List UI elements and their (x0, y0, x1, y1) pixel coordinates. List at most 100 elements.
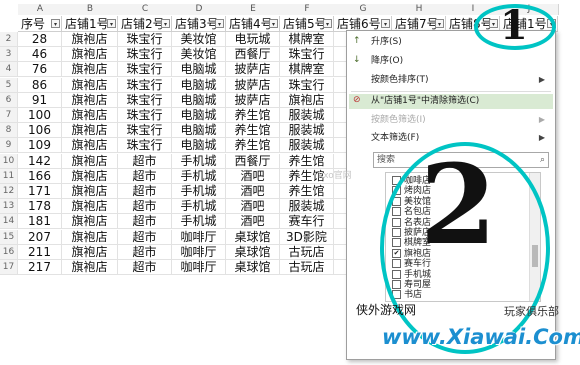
table-cell[interactable]: 赛车行 (280, 214, 334, 230)
row-number[interactable]: 5 (0, 77, 18, 93)
table-cell[interactable]: 咖啡厅 (172, 229, 226, 245)
table-cell[interactable]: 旗袍店 (62, 77, 118, 93)
table-cell[interactable]: 旗袍店 (62, 92, 118, 108)
table-cell[interactable]: 桌球馆 (226, 229, 280, 245)
row-number[interactable]: 4 (0, 62, 18, 78)
table-cell[interactable]: 手机城 (172, 168, 226, 184)
filter-dropdown-icon[interactable]: ▾ (51, 19, 60, 28)
table-cell[interactable]: 电脑城 (172, 62, 226, 78)
table-cell[interactable]: 109 (18, 138, 62, 154)
row-number[interactable]: 3 (0, 47, 18, 63)
table-cell[interactable]: 91 (18, 92, 62, 108)
menu-sort-asc[interactable]: 升序(S) (371, 36, 402, 49)
table-cell[interactable]: 217 (18, 260, 62, 275)
row-number[interactable]: 7 (0, 108, 18, 123)
table-cell[interactable]: 电玩城 (226, 32, 280, 47)
table-cell[interactable]: 西餐厅 (226, 153, 280, 169)
menu-filter-by-color[interactable]: 按颜色筛选(I) (371, 114, 426, 127)
filter-dropdown-icon[interactable]: ▾ (215, 19, 224, 28)
table-cell[interactable]: 养生馆 (280, 153, 334, 169)
table-cell[interactable]: 181 (18, 214, 62, 230)
table-cell[interactable]: 电脑城 (172, 108, 226, 123)
table-cell[interactable]: 电脑城 (172, 92, 226, 108)
table-cell[interactable]: 旗袍店 (62, 199, 118, 215)
table-cell[interactable]: 超市 (118, 244, 172, 260)
filter-dropdown-icon[interactable]: ▾ (107, 19, 116, 28)
table-cell[interactable]: 旗袍店 (62, 260, 118, 275)
row-number[interactable]: 10 (0, 153, 18, 169)
table-cell[interactable]: 142 (18, 153, 62, 169)
table-cell[interactable]: 超市 (118, 214, 172, 230)
row-number[interactable]: 14 (0, 214, 18, 230)
filter-dropdown-icon[interactable]: ▾ (323, 19, 332, 28)
table-cell[interactable]: 酒吧 (226, 214, 280, 230)
row-number[interactable]: 12 (0, 184, 18, 199)
table-cell[interactable]: 咖啡厅 (172, 260, 226, 275)
row-number[interactable]: 11 (0, 168, 18, 184)
table-cell[interactable]: 86 (18, 77, 62, 93)
table-cell[interactable]: 旗袍店 (62, 153, 118, 169)
table-cell[interactable]: 171 (18, 184, 62, 199)
table-cell[interactable]: 养生馆 (226, 108, 280, 123)
table-cell[interactable]: 服装城 (280, 108, 334, 123)
table-cell[interactable]: 酒吧 (226, 184, 280, 199)
table-cell[interactable]: 珠宝行 (118, 123, 172, 139)
table-cell[interactable]: 珠宝行 (280, 47, 334, 63)
filter-dropdown-icon[interactable]: ▾ (381, 19, 390, 28)
column-letter[interactable]: E (226, 4, 281, 15)
table-cell[interactable]: 28 (18, 32, 62, 47)
column-letter[interactable]: G (334, 4, 393, 15)
table-cell[interactable]: 旗袍店 (62, 214, 118, 230)
table-cell[interactable]: 手机城 (172, 153, 226, 169)
table-cell[interactable]: 服装城 (280, 123, 334, 139)
table-cell[interactable]: 桌球馆 (226, 244, 280, 260)
table-cell[interactable]: 旗袍店 (62, 138, 118, 154)
table-cell[interactable]: 养生馆 (226, 123, 280, 139)
table-cell[interactable]: 服装城 (280, 138, 334, 154)
table-cell[interactable]: 166 (18, 168, 62, 184)
table-cell[interactable]: 桌球馆 (226, 260, 280, 275)
table-cell[interactable]: 古玩店 (280, 260, 334, 275)
table-cell[interactable]: 古玩店 (280, 244, 334, 260)
table-cell[interactable]: 珠宝行 (118, 77, 172, 93)
column-letter[interactable]: F (280, 4, 335, 15)
filter-dropdown-icon[interactable]: ▾ (435, 19, 444, 28)
table-cell[interactable]: 棋牌室 (280, 62, 334, 78)
table-cell[interactable]: 披萨店 (226, 77, 280, 93)
row-number[interactable]: 17 (0, 260, 18, 275)
table-cell[interactable]: 超市 (118, 229, 172, 245)
table-cell[interactable]: 养生馆 (226, 138, 280, 154)
table-cell[interactable]: 100 (18, 108, 62, 123)
table-cell[interactable]: 珠宝行 (280, 77, 334, 93)
table-cell[interactable]: 咖啡厅 (172, 244, 226, 260)
row-number[interactable]: 6 (0, 92, 18, 108)
table-cell[interactable]: 超市 (118, 153, 172, 169)
table-cell[interactable]: 手机城 (172, 184, 226, 199)
filter-dropdown-icon[interactable]: ▾ (269, 19, 278, 28)
row-number[interactable]: 13 (0, 199, 18, 215)
table-cell[interactable]: 披萨店 (226, 62, 280, 78)
column-letter[interactable]: H (392, 4, 447, 15)
row-number[interactable]: 15 (0, 229, 18, 245)
row-number[interactable]: 16 (0, 244, 18, 260)
table-cell[interactable]: 酒吧 (226, 168, 280, 184)
table-cell[interactable]: 美妆馆 (172, 47, 226, 63)
table-cell[interactable]: 超市 (118, 168, 172, 184)
table-cell[interactable]: 旗袍店 (62, 123, 118, 139)
table-cell[interactable]: 旗袍店 (62, 32, 118, 47)
table-cell[interactable]: 电脑城 (172, 77, 226, 93)
table-cell[interactable]: 西餐厅 (226, 47, 280, 63)
menu-clear-filter[interactable]: 从"店铺1号"中清除筛选(C) (371, 95, 479, 108)
menu-sort-by-color[interactable]: 按颜色排序(T) (371, 74, 429, 87)
table-cell[interactable]: 旗袍店 (62, 184, 118, 199)
row-number[interactable]: 8 (0, 123, 18, 139)
table-cell[interactable]: 46 (18, 47, 62, 63)
column-letter[interactable]: D (172, 4, 227, 15)
table-cell[interactable]: 手机城 (172, 199, 226, 215)
table-cell[interactable]: 珠宝行 (118, 62, 172, 78)
table-cell[interactable]: 服装城 (280, 199, 334, 215)
table-cell[interactable]: 超市 (118, 199, 172, 215)
table-cell[interactable]: 珠宝行 (118, 47, 172, 63)
table-cell[interactable]: 珠宝行 (118, 92, 172, 108)
table-cell[interactable]: 超市 (118, 184, 172, 199)
